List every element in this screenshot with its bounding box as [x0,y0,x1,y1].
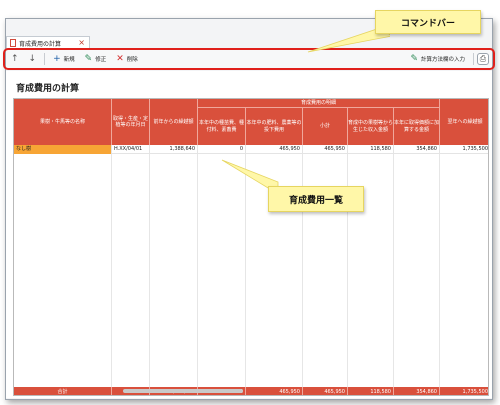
scrollbar-thumb[interactable] [123,389,243,393]
cost-table: 果樹・牛馬等の名称 取得・生産・定植等の年月日 前年からの繰越額 育成費用の明細… [13,98,489,396]
header-date: 取得・生産・定植等の年月日 [112,99,150,145]
horizontal-scrollbar[interactable] [13,388,489,394]
page-title: 育成費用の計算 [16,84,80,94]
column-divider [302,145,303,395]
header-fert-cost: 本年中の肥料、農薬等の投下費用 [246,108,303,145]
cell-subtotal: 465,950 [303,145,348,154]
header-prev-total: 前年からの繰越額 [150,99,198,145]
column-divider [111,145,112,395]
column-divider [197,145,198,395]
cell-carry-next: 1,735,500 [462,146,488,152]
cell-seed-cost: 0 [198,145,246,154]
header-income: 育成中の果樹等から生じた収入金額 [348,108,394,145]
header-seed-cost: 本年中の種苗費、種付料、素畜費 [198,108,246,145]
callout-list: 育成費用一覧 [268,186,364,212]
header-carry-next: 翌年への繰越額 [447,118,483,125]
column-divider [149,145,150,395]
cell-depr: 354,860 [394,145,440,154]
column-divider [347,145,348,395]
cell-date: H.XX/04/01 [112,145,150,154]
table-row[interactable]: なし樹 H.XX/04/01 1,388,640 0 465,950 465,9… [14,145,488,154]
main-content: 育成費用の計算 果樹・牛馬等の名称 取得・生産・定植等の年月日 前年からの繰越額… [6,71,492,398]
cell-fert-cost: 465,950 [246,145,303,154]
table-header: 果樹・牛馬等の名称 取得・生産・定植等の年月日 前年からの繰越額 育成費用の明細… [14,99,488,145]
cell-prev-total: 1,388,640 [150,145,198,154]
command-bar-highlight [3,48,495,70]
cell-income: 118,580 [348,145,394,154]
column-divider [393,145,394,395]
tab-title: 育成費用の計算 [19,40,62,48]
header-group: 育成費用の明細 [198,99,440,108]
callout-command-bar: コマンドバー [375,10,481,34]
header-depr: 本年に取得価額に加算する金額 [394,108,440,145]
header-subtotal: 小計 [303,108,348,145]
close-icon[interactable]: × [78,39,85,47]
header-name: 果樹・牛馬等の名称 [14,99,112,145]
document-icon [10,39,16,47]
column-divider [439,145,440,395]
cell-name: なし樹 [14,145,112,154]
